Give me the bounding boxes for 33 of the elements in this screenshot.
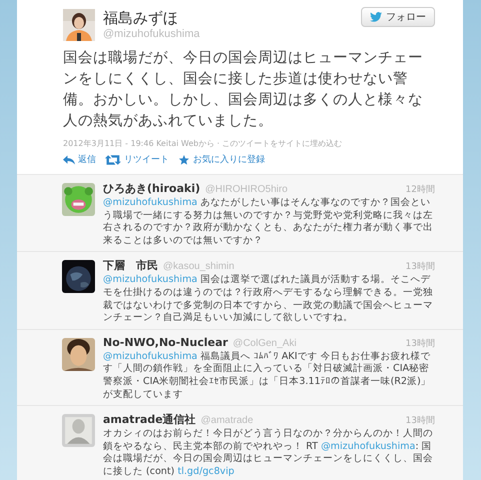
- tweet-text: 国会は職場だが、今日の国会周辺はヒューマンチェーンをしにくくし、国会に接した歩道は使わせない警備。おかしい。しかし、国会周辺は多くの人と様々な人の熱気があふれていました。: [63, 49, 424, 131]
- user-handle[interactable]: @ColGen_Aki: [232, 338, 296, 349]
- reply-icon: [63, 154, 75, 164]
- user-handle[interactable]: @mizuhofukushima: [103, 27, 353, 41]
- reply-text: @mizuhofukushima 福島議員へ ｺﾑﾊﾞﾜ AKIです 今日もお仕事お疲れ様です「人間の鎖作戦」を全面阻止に入っている「対日破滅計画派・CIA秘密警察派・CIA米朝闇社会ｴｾ市民派」は「日本3.11ﾃﾛの首謀者一味(R2派)」が支配しています: [103, 350, 432, 402]
- user-handle[interactable]: @amatrade: [200, 415, 254, 426]
- link[interactable]: @mizuhofukushima: [320, 440, 416, 452]
- retweet-link[interactable]: リツイート: [105, 153, 169, 166]
- timestamp[interactable]: 13時間: [406, 414, 435, 428]
- user-name[interactable]: ひろあき(hiroaki): [103, 181, 200, 196]
- link[interactable]: @mizuhofukushima: [103, 350, 198, 362]
- user-name[interactable]: amatrade通信社: [103, 412, 196, 428]
- favorite-link[interactable]: お気に入りに登録: [178, 153, 265, 166]
- follow-button[interactable]: フォロー: [361, 7, 435, 27]
- timestamp[interactable]: 12時間: [406, 183, 435, 196]
- reply-text: @mizuhofukushima あなたがしたい事はそんな事なのですか？国会という職場で一緒にする努力は無いのですか？与党野党や党利党略に我々は左右されるのですか？政府が動かなくとも、あなたがた権力者が動く事で出来ることは多いのでは無いですか？: [103, 197, 434, 248]
- timestamp[interactable]: 13時間: [406, 336, 435, 350]
- user-handle[interactable]: @kasou_shimin: [163, 261, 234, 272]
- tweet-meta: 2012年3月11日 - 19:46 Keitai Webから · このツイートをサイトに埋め込む: [63, 138, 344, 149]
- link[interactable]: @mizuhofukushima: [103, 197, 198, 208]
- reply-text: オカシィのはお前らだ！今日がどう言う日なのか？分からんのか！人間の鎖をやるなら、民主党本部の前でやれやっ！ RT @mizuhofukushima: 国会は職場だが、今日の国会周辺はヒューマンチェーンをしにくくし、国会に接した (cont) tl.gd/gc8vip: [103, 428, 434, 478]
- retweet-icon: [105, 154, 121, 164]
- user-name[interactable]: 下層 市民: [103, 258, 158, 274]
- user-name[interactable]: No-NWO,No-Nuclear: [103, 336, 228, 349]
- link[interactable]: tl.gd/gc8vip: [178, 466, 234, 477]
- reply-link[interactable]: 返信: [63, 153, 96, 166]
- star-icon: [178, 154, 190, 164]
- timestamp[interactable]: 13時間: [406, 260, 435, 274]
- reply-text: @mizuhofukushima 国会は選挙で選ばれた議員が活動する場。そこへデモを仕掛けるのは違うのでは？行政府へデモするなら理解できる。一党独裁ではないわけで多党制の日本ですから、一政党の動議で国会へヒューマンチェーン？自己満足もいい加減にして欲しいですね。: [103, 274, 434, 325]
- user-handle[interactable]: @HIROHIRO5hiro: [205, 184, 288, 195]
- bird-icon: [370, 12, 382, 22]
- link[interactable]: @mizuhofukushima: [103, 274, 198, 286]
- user-name[interactable]: 福島みずほ: [103, 9, 353, 27]
